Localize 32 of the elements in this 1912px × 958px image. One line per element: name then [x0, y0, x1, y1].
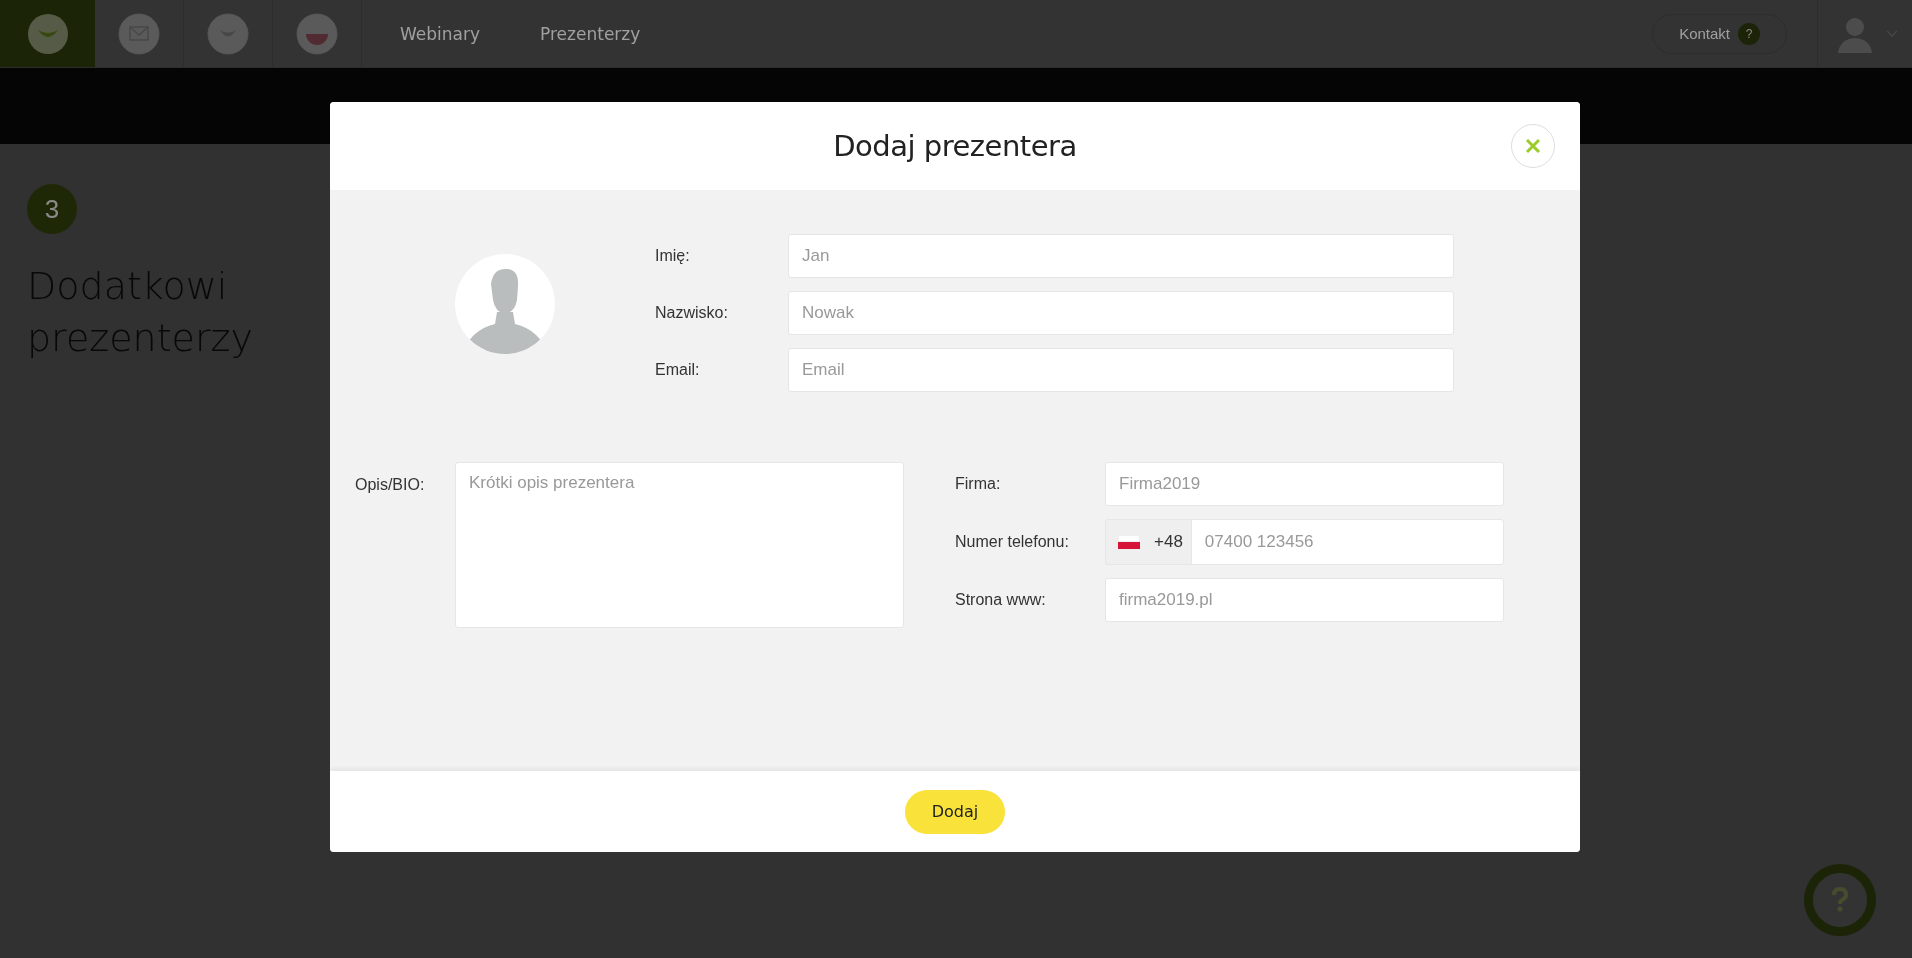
flag-icon — [1118, 535, 1140, 549]
breadcrumb-link[interactable]: Prezenterzy — [540, 23, 641, 44]
text-input[interactable]: Firma2019 — [1105, 462, 1504, 506]
close-button[interactable] — [1511, 124, 1555, 168]
avatar-placeholder[interactable] — [455, 254, 555, 354]
close-icon — [1525, 138, 1541, 154]
field-label: Numer telefonu: — [955, 533, 1070, 551]
field-label: Imię: — [655, 247, 691, 265]
field-label: Strona www: — [955, 591, 1047, 609]
question-icon — [1830, 887, 1850, 913]
text-input[interactable]: Nowak — [788, 291, 1454, 335]
text-input[interactable]: Jan — [788, 234, 1454, 278]
contact-button[interactable]: Kontakt ? — [1652, 13, 1787, 54]
field-label: Nazwisko: — [655, 304, 729, 322]
add-button[interactable]: Dodaj — [905, 789, 1005, 834]
contact-badge: ? — [1738, 22, 1760, 45]
logo-tile[interactable] — [0, 0, 95, 67]
field-label: Opis/BIO: — [355, 476, 426, 494]
breadcrumb-link[interactable]: Webinary — [400, 23, 481, 44]
text-input[interactable]: firma2019.pl — [1105, 578, 1504, 622]
phone-input[interactable]: 07400 123456 — [1190, 519, 1504, 565]
logo-icon — [25, 11, 70, 56]
field-label: Email: — [655, 361, 701, 379]
field-label: Firma: — [955, 475, 1002, 493]
flag-icon[interactable] — [296, 12, 338, 55]
badge-icon[interactable] — [207, 12, 249, 55]
dialog-title: Dodaj prezentera — [833, 129, 1077, 163]
text-input[interactable]: Email — [788, 348, 1454, 392]
country-code-selector[interactable]: +48 — [1105, 519, 1191, 565]
bio-textarea[interactable]: Krótki opis prezentera — [455, 462, 904, 628]
step-number: 3 — [27, 184, 77, 234]
mail-icon[interactable] — [118, 12, 160, 55]
